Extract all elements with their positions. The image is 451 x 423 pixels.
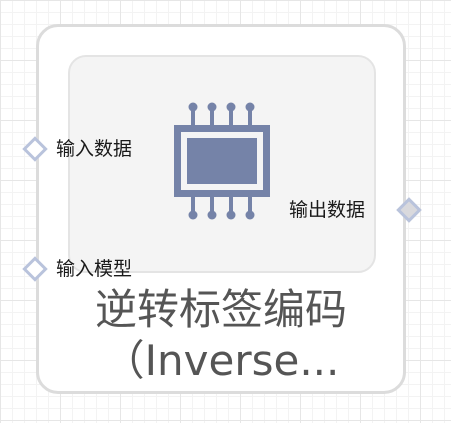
input-data-port-label: 输入数据 [56,138,133,160]
node-title-line-2: （Inverse... [102,336,340,385]
chip-icon [174,102,270,220]
node-title-line-1: 逆转标签编码 [94,285,347,334]
input-model-port-label: 输入模型 [56,258,133,280]
output-data-port-label: 输出数据 [289,199,366,221]
